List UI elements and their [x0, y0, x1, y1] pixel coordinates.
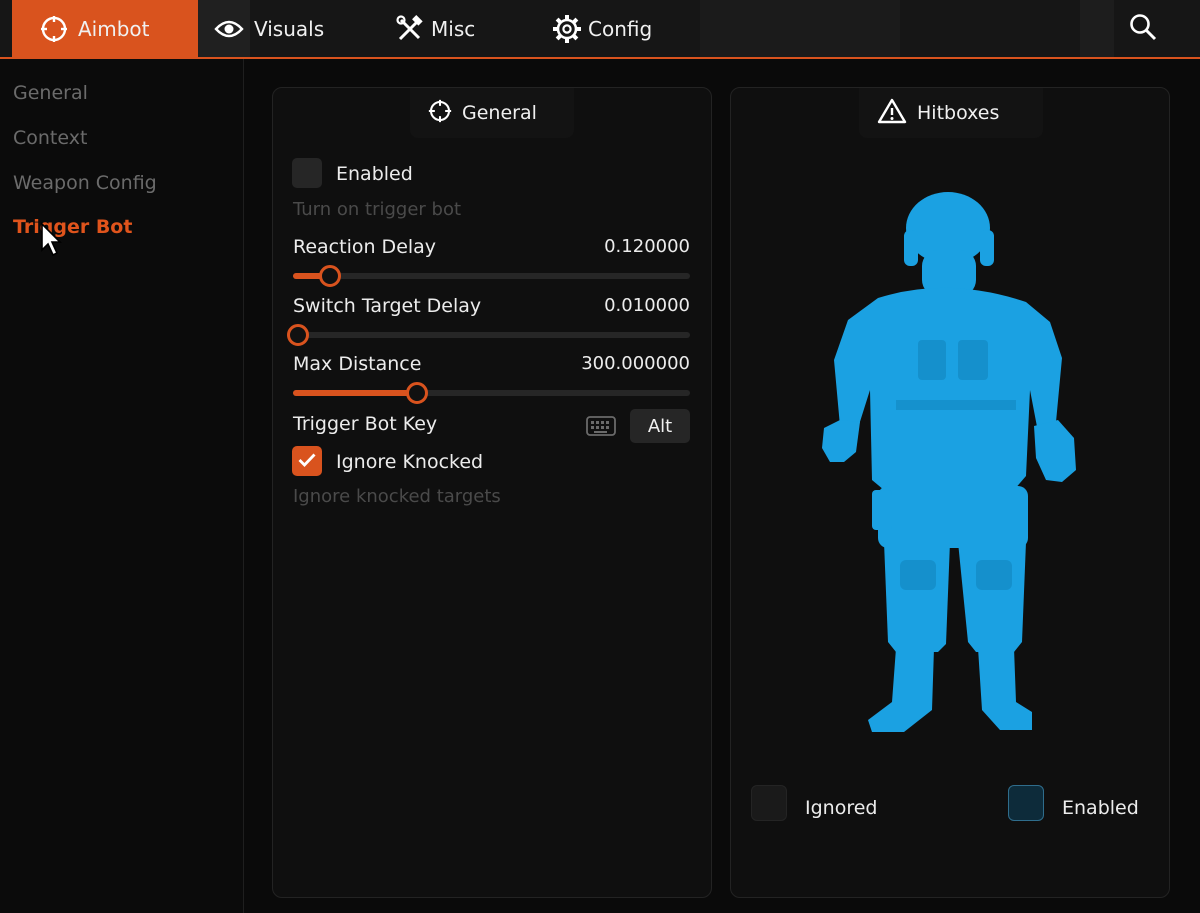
tab-misc[interactable]: Misc	[395, 0, 475, 57]
ignored-legend-label: Ignored	[805, 797, 878, 819]
slider-fill	[293, 390, 413, 396]
trigger-key-button[interactable]: Alt	[630, 409, 690, 443]
warning-icon	[877, 98, 907, 129]
panel-header: General	[410, 88, 574, 138]
search-icon	[1128, 12, 1158, 46]
hitbox-body-model[interactable]	[800, 190, 1090, 744]
top-nav-bar: Aimbot Visuals Misc Config	[0, 0, 1200, 59]
ignored-legend-swatch[interactable]	[751, 785, 787, 821]
enabled-label: Enabled	[336, 163, 413, 185]
sidebar-item-trigger-bot[interactable]: Trigger Bot	[13, 216, 132, 238]
eye-icon	[214, 18, 244, 40]
switch-target-delay-slider[interactable]	[287, 324, 690, 346]
mouse-pointer-icon	[40, 222, 62, 262]
sidebar: General Context Weapon Config Trigger Bo…	[0, 59, 244, 913]
panel-title: Hitboxes	[917, 102, 1000, 124]
tab-aimbot[interactable]: Aimbot	[12, 0, 198, 57]
tab-label: Config	[588, 16, 653, 41]
max-distance-slider[interactable]	[293, 382, 690, 404]
enabled-legend-label: Enabled	[1062, 797, 1139, 819]
reaction-delay-slider[interactable]	[293, 265, 690, 287]
ignore-knocked-description: Ignore knocked targets	[293, 486, 501, 507]
tab-label: Visuals	[254, 16, 325, 41]
sidebar-item-general[interactable]: General	[13, 82, 88, 104]
background-window-ghost	[700, 0, 900, 57]
trigger-key-label: Trigger Bot Key	[293, 413, 438, 435]
ignore-knocked-label: Ignore Knocked	[336, 451, 484, 473]
tools-icon	[395, 14, 425, 44]
background-window-ghost	[1080, 0, 1114, 57]
slider-handle[interactable]	[287, 324, 309, 346]
enabled-description: Turn on trigger bot	[293, 199, 462, 220]
tab-label: Misc	[431, 16, 476, 41]
sidebar-item-context[interactable]: Context	[13, 127, 87, 149]
max-distance-value: 300.000000	[581, 353, 690, 374]
crosshair-icon	[40, 15, 68, 43]
switch-target-delay-value: 0.010000	[604, 295, 690, 316]
gear-icon	[552, 14, 582, 44]
slider-handle[interactable]	[406, 382, 429, 404]
switch-target-delay-label: Switch Target Delay	[293, 295, 482, 317]
keyboard-icon	[586, 416, 616, 440]
sidebar-item-weapon-config[interactable]: Weapon Config	[13, 172, 157, 194]
panel-title: General	[462, 102, 537, 124]
reaction-delay-label: Reaction Delay	[293, 236, 437, 258]
tab-visuals[interactable]: Visuals	[214, 0, 324, 57]
max-distance-label: Max Distance	[293, 353, 422, 375]
reaction-delay-value: 0.120000	[604, 236, 690, 257]
tab-config[interactable]: Config	[552, 0, 652, 57]
checkmark-icon	[298, 452, 316, 471]
tab-label: Aimbot	[78, 16, 150, 41]
slider-handle[interactable]	[318, 265, 341, 287]
search-button[interactable]	[1126, 12, 1160, 46]
crosshair-icon	[428, 99, 452, 128]
ignore-knocked-checkbox[interactable]	[292, 446, 322, 476]
enabled-legend-swatch[interactable]	[1008, 785, 1044, 821]
panel-header: Hitboxes	[859, 88, 1043, 138]
enabled-checkbox[interactable]	[292, 158, 322, 188]
